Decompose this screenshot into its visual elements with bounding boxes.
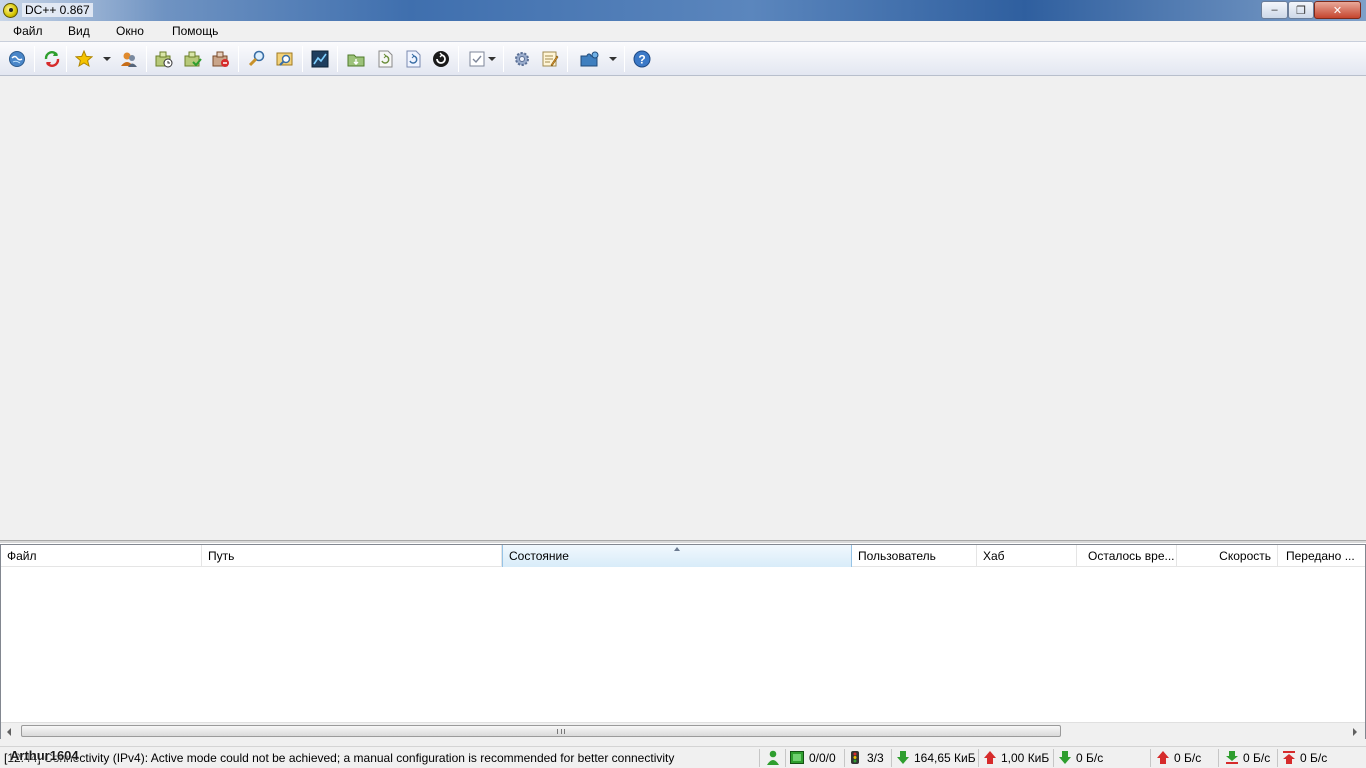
status-separator bbox=[1053, 749, 1054, 767]
menu-window[interactable]: Окно bbox=[116, 24, 144, 38]
toolbar-separator bbox=[337, 46, 338, 72]
download-limit: 0 Б/с bbox=[1243, 751, 1271, 765]
window-title: DC++ 0.867 bbox=[22, 3, 93, 17]
column-header-speed[interactable]: Скорость bbox=[1177, 545, 1278, 567]
download-limit-icon[interactable] bbox=[1226, 751, 1238, 764]
status-bar: [12:44] Connectivity (IPv4): Active mode… bbox=[0, 746, 1366, 768]
column-header-file[interactable]: Файл bbox=[1, 545, 202, 567]
scroll-right-icon[interactable] bbox=[1353, 728, 1357, 736]
toolbar-separator bbox=[34, 46, 35, 72]
toolbar-separator bbox=[66, 46, 67, 72]
notepad-dropdown-icon[interactable] bbox=[488, 57, 496, 61]
transfers-list[interactable]: Файл Путь Состояние Пользователь Хаб Ост… bbox=[0, 544, 1366, 739]
transfers-list-header: Файл Путь Состояние Пользователь Хаб Ост… bbox=[1, 545, 1365, 567]
horizontal-scrollbar[interactable] bbox=[1, 722, 1365, 739]
status-separator bbox=[759, 749, 760, 767]
download-speed: 0 Б/с bbox=[1076, 751, 1104, 765]
upload-speed-icon bbox=[1157, 751, 1169, 764]
adl-search-icon[interactable] bbox=[276, 50, 294, 68]
hubs-icon bbox=[790, 751, 804, 764]
menu-bar: Файл Вид Окно Помощь bbox=[0, 21, 1366, 41]
toolbar-separator bbox=[567, 46, 568, 72]
status-separator bbox=[785, 749, 786, 767]
minimize-button[interactable]: – bbox=[1261, 1, 1288, 19]
column-header-path[interactable]: Путь bbox=[202, 545, 502, 567]
status-message: [12:44] Connectivity (IPv4): Active mode… bbox=[4, 751, 675, 765]
system-log-icon[interactable] bbox=[541, 50, 559, 68]
maximize-button[interactable]: ❐ bbox=[1288, 1, 1314, 19]
menu-help[interactable]: Помощь bbox=[172, 24, 218, 38]
column-header-user[interactable]: Пользователь bbox=[852, 545, 977, 567]
favorite-users-icon[interactable] bbox=[120, 50, 138, 68]
toolbar-separator bbox=[146, 46, 147, 72]
watermark: Arthur1604 bbox=[10, 748, 79, 763]
menu-view[interactable]: Вид bbox=[68, 24, 90, 38]
search-icon[interactable] bbox=[248, 50, 266, 68]
column-header-time-left[interactable]: Осталось вре... bbox=[1077, 545, 1177, 567]
finished-downloads-icon[interactable] bbox=[184, 50, 202, 68]
menu-file[interactable]: Файл bbox=[13, 24, 43, 38]
away-user-icon[interactable] bbox=[766, 750, 780, 765]
scroll-left-icon[interactable] bbox=[7, 728, 11, 736]
upload-queue-icon[interactable] bbox=[212, 50, 230, 68]
toolbar-separator bbox=[503, 46, 504, 72]
downloaded-total: 164,65 КиБ bbox=[914, 751, 976, 765]
settings-icon[interactable] bbox=[513, 50, 531, 68]
status-separator bbox=[891, 749, 892, 767]
download-queue-icon[interactable] bbox=[155, 50, 173, 68]
upload-speed: 0 Б/с bbox=[1174, 751, 1202, 765]
match-queue-icon[interactable] bbox=[404, 50, 422, 68]
scrollbar-grip-icon bbox=[557, 729, 565, 734]
status-separator bbox=[1150, 749, 1151, 767]
search-spy-icon[interactable] bbox=[311, 50, 329, 68]
title-bar: DC++ 0.867 – ❐ ✕ bbox=[0, 0, 1366, 21]
upload-limit: 0 Б/с bbox=[1300, 751, 1328, 765]
favorite-hubs-icon[interactable] bbox=[75, 50, 93, 68]
upload-limit-icon[interactable] bbox=[1283, 751, 1295, 764]
toolbar-separator bbox=[624, 46, 625, 72]
slots-icon bbox=[851, 751, 859, 764]
scrollbar-thumb[interactable] bbox=[21, 725, 1061, 737]
toolbar: ? bbox=[0, 41, 1366, 76]
column-header-status-label: Состояние bbox=[509, 549, 569, 563]
slots-count: 3/3 bbox=[867, 751, 884, 765]
column-header-hub[interactable]: Хаб bbox=[977, 545, 1077, 567]
plugins-dropdown-icon[interactable] bbox=[609, 57, 617, 61]
svg-text:?: ? bbox=[638, 53, 645, 67]
close-button[interactable]: ✕ bbox=[1314, 1, 1361, 19]
reconnect-icon[interactable] bbox=[43, 50, 61, 68]
favorite-hubs-dropdown-icon[interactable] bbox=[103, 57, 111, 61]
column-header-transferred[interactable]: Передано ... bbox=[1278, 545, 1365, 567]
notepad-icon[interactable] bbox=[468, 50, 486, 68]
status-separator bbox=[844, 749, 845, 767]
uploaded-icon bbox=[984, 751, 996, 764]
sort-ascending-icon bbox=[674, 547, 680, 551]
downloaded-icon bbox=[897, 751, 909, 764]
download-speed-icon bbox=[1059, 751, 1071, 764]
hubs-count: 0/0/0 bbox=[809, 751, 836, 765]
refresh-file-list-icon[interactable] bbox=[376, 50, 394, 68]
open-file-list-icon[interactable] bbox=[347, 50, 365, 68]
away-icon[interactable] bbox=[432, 50, 450, 68]
plugins-icon[interactable] bbox=[579, 50, 601, 68]
status-separator bbox=[1277, 749, 1278, 767]
toolbar-separator bbox=[302, 46, 303, 72]
column-header-status[interactable]: Состояние bbox=[502, 545, 852, 567]
public-hubs-icon[interactable] bbox=[8, 50, 26, 68]
help-icon[interactable]: ? bbox=[633, 50, 651, 68]
toolbar-separator bbox=[458, 46, 459, 72]
app-logo-icon bbox=[3, 3, 18, 18]
status-separator bbox=[978, 749, 979, 767]
toolbar-separator bbox=[238, 46, 239, 72]
main-workspace bbox=[0, 76, 1366, 540]
status-separator bbox=[1218, 749, 1219, 767]
uploaded-total: 1,00 КиБ bbox=[1001, 751, 1050, 765]
